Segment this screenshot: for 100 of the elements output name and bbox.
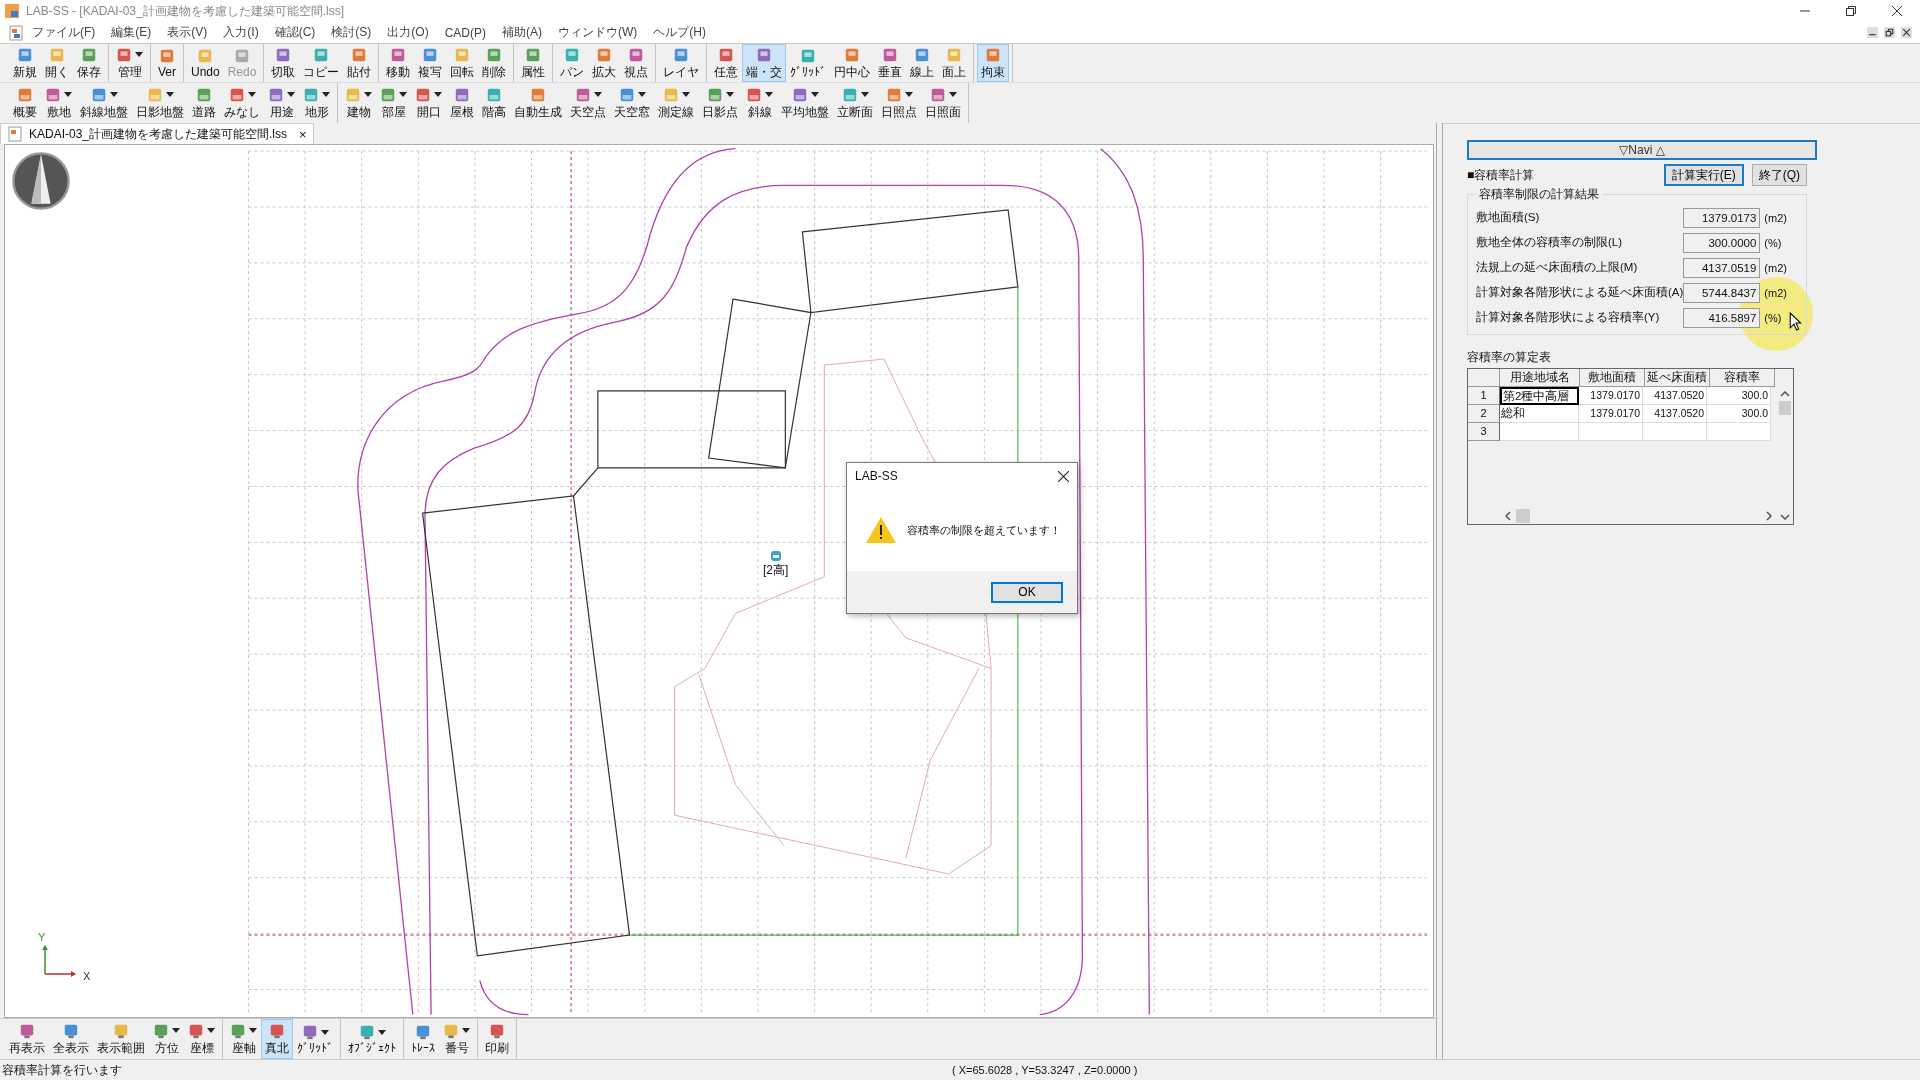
- document-icon[interactable]: [8, 24, 24, 41]
- toolbar-button[interactable]: 日影点: [698, 83, 742, 123]
- ok-button[interactable]: OK: [991, 581, 1063, 603]
- restore-icon[interactable]: [1846, 6, 1856, 16]
- menu-item[interactable]: 補助(A): [494, 24, 550, 41]
- toolbar-button[interactable]: 貼付: [343, 44, 376, 82]
- table-cell[interactable]: 第2種中高層: [1500, 387, 1579, 405]
- panel-button[interactable]: 計算実行(E): [1663, 164, 1744, 186]
- table-cell[interactable]: 300.0: [1707, 405, 1771, 423]
- toolbar-button[interactable]: 番号: [439, 1019, 474, 1059]
- table-cell[interactable]: [1643, 423, 1707, 441]
- menu-item[interactable]: 編集(E): [103, 24, 160, 41]
- toolbar-button[interactable]: 方位: [149, 1019, 184, 1059]
- toolbar-button[interactable]: 地形: [299, 83, 334, 123]
- toolbar-button[interactable]: 日影地盤: [132, 83, 188, 123]
- toolbar-button[interactable]: 切取: [267, 44, 300, 82]
- toolbar-button[interactable]: 真北: [261, 1019, 293, 1059]
- toolbar-button[interactable]: 複写: [414, 44, 447, 82]
- table-cell[interactable]: [1500, 423, 1579, 441]
- menu-item[interactable]: 検討(S): [323, 24, 380, 41]
- toolbar-button[interactable]: ｵﾌﾞｼﾞｪｸﾄ: [344, 1019, 400, 1059]
- drawing-canvas[interactable]: Y X [2高] LAB-SS 容積率の制限を超えています！ OK: [4, 144, 1434, 1018]
- toolbar-button[interactable]: ﾄﾚｰｽ: [407, 1019, 439, 1059]
- toolbar-button[interactable]: 線上: [906, 44, 939, 82]
- table-cell[interactable]: 4137.0520: [1643, 405, 1707, 423]
- toolbar-button[interactable]: パン: [556, 44, 589, 82]
- toolbar-button[interactable]: 階高: [478, 83, 510, 123]
- menu-item[interactable]: 入力(I): [215, 24, 267, 41]
- toolbar-button[interactable]: 自動生成: [510, 83, 566, 123]
- scroll-up-icon[interactable]: [1780, 391, 1790, 397]
- scrollbar-thumb[interactable]: [1779, 401, 1791, 415]
- toolbar-button[interactable]: 端・交: [742, 44, 787, 82]
- toolbar-button[interactable]: 削除: [478, 44, 511, 82]
- menu-item[interactable]: 出力(O): [379, 24, 437, 41]
- table-cell[interactable]: 300.0: [1707, 387, 1771, 405]
- menu-item[interactable]: ウィンドウ(W): [550, 24, 646, 41]
- menu-item[interactable]: CAD(P): [436, 25, 494, 40]
- toolbar-button[interactable]: 移動: [382, 44, 415, 82]
- toolbar-button[interactable]: 回転: [446, 44, 479, 82]
- toolbar-button[interactable]: 開く: [41, 44, 73, 82]
- menu-item[interactable]: ヘルプ(H): [645, 24, 714, 41]
- toolbar-button[interactable]: 拡大: [588, 44, 621, 82]
- toolbar-button[interactable]: 斜線: [742, 83, 777, 123]
- scroll-down-icon[interactable]: [1780, 514, 1790, 520]
- toolbar-button[interactable]: 日照点: [877, 83, 921, 123]
- toolbar-button[interactable]: 斜線地盤: [76, 83, 132, 123]
- toolbar-button[interactable]: 保存: [73, 44, 105, 82]
- toolbar-button[interactable]: コピー: [299, 44, 344, 82]
- toolbar-button[interactable]: 垂直: [874, 44, 907, 82]
- toolbar-button[interactable]: 概要: [9, 83, 41, 123]
- toolbar-button[interactable]: 管理: [112, 44, 147, 82]
- toolbar-button[interactable]: 天空窓: [610, 83, 654, 123]
- close-icon[interactable]: [1901, 27, 1912, 38]
- scroll-left-icon[interactable]: [1505, 510, 1511, 521]
- toolbar-button[interactable]: 円中心: [830, 44, 875, 82]
- restore-icon[interactable]: [1884, 27, 1895, 38]
- toolbar-button[interactable]: 視点: [620, 44, 653, 82]
- toolbar-button[interactable]: 再表示: [5, 1019, 49, 1059]
- table-cell[interactable]: 総和: [1500, 405, 1579, 423]
- table-cell[interactable]: 1379.0170: [1579, 387, 1643, 405]
- toolbar-button[interactable]: 任意: [710, 44, 743, 82]
- toolbar-button[interactable]: 部屋: [376, 83, 411, 123]
- toolbar-button[interactable]: ｸﾞﾘｯﾄﾞ: [293, 1019, 337, 1059]
- table-cell[interactable]: 1379.0170: [1579, 405, 1643, 423]
- toolbar-button[interactable]: Ver: [154, 44, 180, 82]
- toolbar-button[interactable]: 平均地盤: [777, 83, 833, 123]
- minimize-icon[interactable]: [1867, 27, 1878, 38]
- toolbar-button[interactable]: 全表示: [49, 1019, 93, 1059]
- toolbar-button[interactable]: 面上: [938, 44, 971, 82]
- close-icon[interactable]: [1892, 6, 1902, 16]
- toolbar-button[interactable]: 開口: [411, 83, 446, 123]
- toolbar-button[interactable]: 印刷: [481, 1019, 513, 1059]
- scrollbar-thumb[interactable]: [1516, 508, 1530, 523]
- menu-item[interactable]: 確認(C): [266, 24, 324, 41]
- close-icon[interactable]: [1058, 470, 1069, 482]
- scroll-right-icon[interactable]: [1766, 510, 1772, 521]
- toolbar-button[interactable]: 日照面: [921, 83, 965, 123]
- menu-item[interactable]: ファイル(F): [24, 24, 104, 41]
- toolbar-button[interactable]: 座軸: [226, 1019, 261, 1059]
- toolbar-button[interactable]: 屋根: [446, 83, 478, 123]
- toolbar-button[interactable]: 表示範囲: [93, 1019, 149, 1059]
- menu-item[interactable]: 表示(V): [159, 24, 216, 41]
- toolbar-button[interactable]: 天空点: [566, 83, 610, 123]
- table-cell[interactable]: [1579, 423, 1643, 441]
- table-cell[interactable]: [1707, 423, 1771, 441]
- toolbar-button[interactable]: 属性: [517, 44, 550, 82]
- toolbar-button[interactable]: ｸﾞﾘｯﾄﾞ: [786, 44, 831, 82]
- toolbar-button[interactable]: 道路: [188, 83, 220, 123]
- navi-header-button[interactable]: ▽Navi △: [1467, 140, 1817, 160]
- document-tab[interactable]: KADAI-03_計画建物を考慮した建築可能空間.lss ×: [0, 123, 314, 144]
- table-corner-cell[interactable]: [1468, 369, 1500, 387]
- panel-button[interactable]: 終了(Q): [1751, 164, 1807, 186]
- toolbar-button[interactable]: 新規: [9, 44, 41, 82]
- toolbar-button[interactable]: 座標: [184, 1019, 219, 1059]
- toolbar-button[interactable]: 建物: [341, 83, 376, 123]
- toolbar-button[interactable]: みなし: [220, 83, 264, 123]
- toolbar-button[interactable]: 拘束: [977, 44, 1010, 82]
- toolbar-button[interactable]: Undo: [187, 44, 224, 82]
- toolbar-button[interactable]: 用途: [264, 83, 299, 123]
- toolbar-button[interactable]: レイヤ: [659, 44, 704, 82]
